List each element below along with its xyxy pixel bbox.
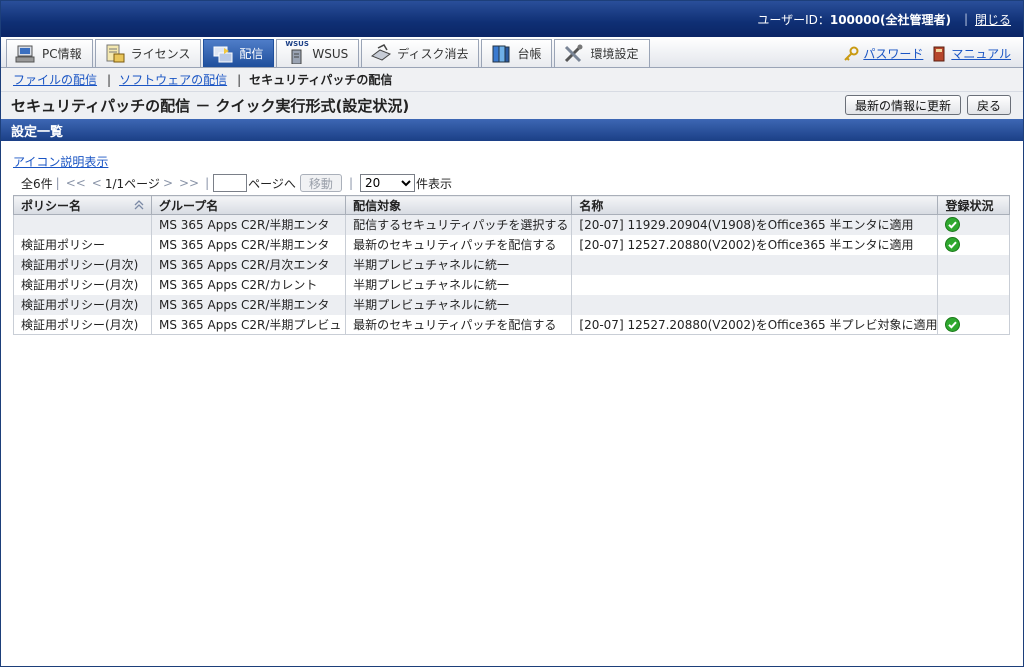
cell-name (571, 254, 939, 275)
cell-group: MS 365 Apps C2R/半期エンタ (150, 234, 347, 255)
back-button[interactable]: 戻る (966, 95, 1011, 115)
page-title: セキュリティパッチの配信 － クイック実行形式(設定状況) (11, 97, 410, 115)
prev-page-link[interactable]: < (92, 176, 102, 190)
move-button[interactable]: 移動 (299, 174, 342, 192)
table-row[interactable]: MS 365 Apps C2R/半期エンタ 配信するセキュリティパッチを選択する[… (13, 214, 1010, 235)
check-icon (945, 217, 961, 233)
wsus-server-icon: WSUS (285, 40, 309, 64)
settings-table: ポリシー名 グループ名 配信対象 名称 登録状況 MS 365 Apps C2R… (13, 195, 1010, 335)
sort-icon[interactable] (133, 199, 145, 211)
tab-delivery[interactable]: 配信 (203, 39, 275, 67)
column-header-status[interactable]: 登録状況 (937, 195, 1010, 215)
cell-name (571, 294, 939, 315)
cell-status (937, 314, 1010, 335)
breadcrumb-current: セキュリティパッチの配信 (249, 73, 393, 87)
manual-book-icon (931, 46, 947, 62)
table-row[interactable]: 検証用ポリシー(月次) MS 365 Apps C2R/カレント 半期プレビュチャネ… (13, 274, 1010, 295)
cell-group: MS 365 Apps C2R/月次エンタ (150, 254, 347, 275)
app-window: ユーザーID：100000(全社管理者) | 閉じる PC情報 ライセンス 配信 (0, 0, 1024, 667)
column-header-group[interactable]: グループ名 (150, 195, 347, 215)
cell-name: [20-07] 11929.20904(V1908)をOffice365 半エン… (571, 214, 939, 235)
breadcrumb: ファイルの配信 | ソフトウェアの配信 | セキュリティパッチの配信 (1, 68, 1023, 92)
tab-disk-erase[interactable]: ディスク消去 (361, 39, 480, 67)
table-row[interactable]: 検証用ポリシー(月次) MS 365 Apps C2R/月次エンタ 半期プレビュチャ… (13, 254, 1010, 275)
check-icon (945, 237, 961, 252)
total-count: 全6件 (21, 176, 53, 191)
wsus-badge: WSUS (285, 39, 309, 48)
pager: 全6件 | << < 1/1ページ > >> | ページへ 移動 | 20 件表… (13, 173, 1010, 193)
column-header-target[interactable]: 配信対象 (345, 195, 573, 215)
breadcrumb-software-delivery[interactable]: ソフトウェアの配信 (119, 71, 227, 88)
first-page-link[interactable]: << (66, 176, 86, 190)
cell-name (571, 274, 939, 295)
cell-group: MS 365 Apps C2R/半期プレビュ (150, 314, 347, 335)
manual-link[interactable]: マニュアル (951, 45, 1011, 62)
per-page-select[interactable]: 20 (359, 174, 415, 192)
breadcrumb-file-delivery[interactable]: ファイルの配信 (13, 71, 97, 88)
tab-settings[interactable]: 環境設定 (554, 39, 650, 67)
cell-group: MS 365 Apps C2R/半期エンタ (150, 214, 347, 235)
cell-target: 最新のセキュリティパッチを配信する (345, 314, 573, 335)
key-icon (843, 46, 859, 62)
page-info: 1/1ページ (104, 176, 160, 191)
cell-status (937, 274, 1010, 295)
cell-target: 最新のセキュリティパッチを配信する (345, 234, 573, 255)
page-number-input[interactable] (213, 174, 248, 192)
disk-erase-icon (370, 43, 392, 64)
cell-policy: 検証用ポリシー(月次) (13, 274, 152, 295)
password-link[interactable]: パスワード (863, 45, 923, 62)
main-content: アイコン説明表示 全6件 | << < 1/1ページ > >> | ページへ 移… (1, 141, 1023, 335)
cell-policy: 検証用ポリシー(月次) (13, 294, 152, 315)
icon-help-link[interactable]: アイコン説明表示 (13, 153, 108, 170)
close-link[interactable]: 閉じる (975, 11, 1011, 28)
table-row[interactable]: 検証用ポリシー(月次) MS 365 Apps C2R/半期プレビュ 最新のセキュリ… (13, 314, 1010, 335)
tab-pc-info[interactable]: PC情報 (6, 39, 93, 67)
check-icon (945, 316, 961, 332)
cell-policy (13, 214, 152, 235)
last-page-link[interactable]: >> (179, 176, 199, 190)
cell-group: MS 365 Apps C2R/半期エンタ (150, 294, 347, 315)
cell-group: MS 365 Apps C2R/カレント (150, 274, 347, 295)
cell-policy: 検証用ポリシー(月次) (13, 254, 152, 275)
section-header: 設定一覧 (1, 119, 1023, 141)
cell-status (937, 294, 1010, 315)
main-nav: PC情報 ライセンス 配信 WSUS WSUS ディスク消去 台帳 環境設定 パ… (1, 37, 1023, 68)
next-page-link[interactable]: > (163, 176, 173, 190)
cell-target: 半期プレビュチャネルに統一 (345, 294, 573, 315)
cell-policy: 検証用ポリシー (13, 234, 152, 255)
refresh-button[interactable]: 最新の情報に更新 (844, 95, 961, 115)
page-title-bar: セキュリティパッチの配信 － クイック実行形式(設定状況) 最新の情報に更新 戻… (1, 92, 1023, 119)
tools-icon (563, 44, 585, 64)
column-header-name[interactable]: 名称 (571, 195, 939, 215)
cell-status (937, 234, 1010, 255)
table-row[interactable]: 検証用ポリシー MS 365 Apps C2R/半期エンタ 最新のセキュリティパッチ… (13, 234, 1010, 255)
cell-target: 半期プレビュチャネルに統一 (345, 254, 573, 275)
nav-right-links: パスワード マニュアル (843, 45, 1011, 62)
tab-license[interactable]: ライセンス (94, 39, 202, 67)
ledger-icon (490, 44, 512, 64)
cell-name: [20-07] 12527.20880(V2002)をOffice365 半プレ… (571, 314, 939, 335)
cell-target: 半期プレビュチャネルに統一 (345, 274, 573, 295)
cell-status (937, 254, 1010, 275)
top-header: ユーザーID：100000(全社管理者) | 閉じる (1, 1, 1023, 37)
tab-ledger[interactable]: 台帳 (481, 39, 553, 67)
cell-policy: 検証用ポリシー(月次) (13, 314, 152, 335)
delivery-icon (212, 44, 234, 64)
column-header-policy[interactable]: ポリシー名 (13, 195, 152, 215)
table-row[interactable]: 検証用ポリシー(月次) MS 365 Apps C2R/半期エンタ 半期プレビュチャ… (13, 294, 1010, 315)
pc-icon (15, 44, 37, 64)
license-icon (104, 44, 126, 64)
tab-wsus[interactable]: WSUS WSUS (276, 39, 360, 67)
user-id: ユーザーID：100000(全社管理者) (757, 12, 951, 27)
cell-name: [20-07] 12527.20880(V2002)をOffice365 半エン… (571, 234, 939, 255)
cell-target: 配信するセキュリティパッチを選択する (345, 214, 573, 235)
cell-status (937, 214, 1010, 235)
